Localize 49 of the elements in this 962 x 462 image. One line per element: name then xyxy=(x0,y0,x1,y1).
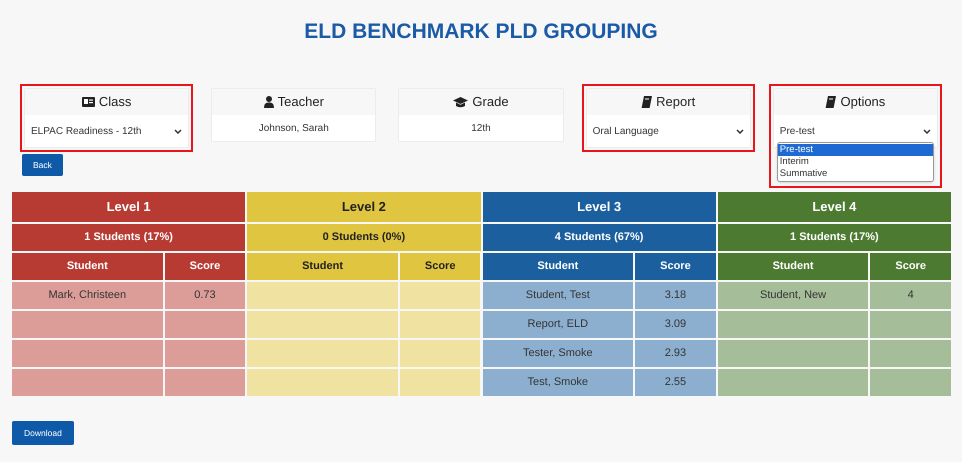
chevron-down-icon xyxy=(174,128,182,134)
column-header: Student xyxy=(482,253,634,280)
dropdown-option[interactable]: Summative xyxy=(778,168,933,180)
level-header: Level 1 xyxy=(12,192,246,222)
graduation-cap-icon xyxy=(453,96,468,108)
table-cell: Report, ELD xyxy=(482,311,634,338)
column-header: Score xyxy=(164,253,246,280)
table-cell: Test, Smoke xyxy=(482,369,634,396)
column-header: Score xyxy=(870,253,951,280)
book-icon xyxy=(825,96,836,108)
column-header: Score xyxy=(400,253,480,280)
column-header: Score xyxy=(635,253,716,280)
chevron-down-icon xyxy=(922,128,931,134)
user-icon xyxy=(264,96,274,108)
level-header: Level 3 xyxy=(482,192,716,222)
column-header: Student xyxy=(718,253,868,280)
student-count: 4 Students (67%) xyxy=(482,224,716,251)
book-icon xyxy=(641,96,652,108)
page-title: ELD BENCHMARK PLD GROUPING xyxy=(303,19,659,45)
student-count: 1 Students (17%) xyxy=(718,224,951,251)
table-cell: Mark, Christeen xyxy=(12,282,163,309)
dropdown-option[interactable]: Pre-test xyxy=(778,144,933,156)
table-cell: 0.73 xyxy=(164,282,246,309)
table-cell: 2.55 xyxy=(635,369,716,396)
card-label: Grade xyxy=(472,93,509,112)
card-label: Options xyxy=(840,93,886,112)
card-value: 12th xyxy=(470,122,492,136)
student-count: 0 Students (0%) xyxy=(247,224,480,251)
chevron-down-icon xyxy=(736,128,744,134)
column-header: Student xyxy=(247,253,398,280)
card-value: Johnson, Sarah xyxy=(258,122,330,136)
table-cell: 3.09 xyxy=(635,311,716,338)
table-cell: Student, Test xyxy=(482,282,634,309)
back-button[interactable]: Back xyxy=(22,154,63,176)
table-cell: 4 xyxy=(870,282,951,309)
table-cell: Student, New xyxy=(718,282,868,309)
table-cell: 3.18 xyxy=(635,282,716,309)
card-label: Class xyxy=(98,93,132,112)
card-label: Report xyxy=(656,93,696,112)
level-header: Level 4 xyxy=(718,192,951,222)
level-header: Level 2 xyxy=(247,192,480,222)
id-card-icon xyxy=(82,97,95,107)
column-header: Student xyxy=(12,253,163,280)
table-cell: 2.93 xyxy=(635,340,716,367)
card-label: Teacher xyxy=(278,93,324,112)
student-count: 1 Students (17%) xyxy=(12,224,246,251)
table-cell: Tester, Smoke xyxy=(482,340,634,367)
download-button[interactable]: Download xyxy=(12,421,74,445)
dropdown-option[interactable]: Interim xyxy=(778,156,933,168)
